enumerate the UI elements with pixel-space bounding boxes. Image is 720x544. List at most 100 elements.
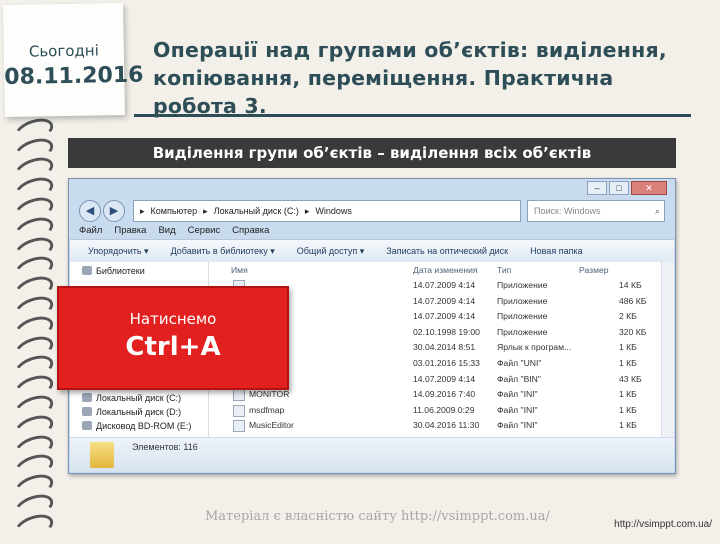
file-date: 30.04.2016 11:30 (413, 420, 480, 431)
file-size: 43 КБ (619, 373, 642, 384)
file-size: 14 КБ (619, 280, 642, 290)
callout-shortcut: Ctrl+A (125, 332, 221, 362)
file-date: 14.09.2016 7:40 (413, 389, 476, 400)
file-size: 1 КБ (619, 389, 637, 400)
today-label: Сьогодні (28, 41, 99, 61)
file-type: Файл "INI" (497, 420, 538, 431)
file-type: Приложение (497, 295, 548, 306)
file-size: 486 КБ (619, 295, 647, 306)
menu-view[interactable]: Вид (158, 225, 175, 236)
file-type: Файл "UNI" (497, 358, 542, 368)
file-date: 11.06.2009 0:29 (413, 404, 475, 415)
nav-item-label: Локальный диск (D:) (96, 407, 182, 417)
breadcrumb-separator: ▸ (304, 206, 310, 216)
file-size: 1 КБ (619, 420, 637, 431)
file-size: 1 КБ (619, 358, 637, 368)
file-date: 02.10.1998 19:00 (413, 326, 480, 337)
file-date: 14.07.2009 4:14 (413, 295, 476, 306)
folder-icon (90, 442, 114, 468)
column-size[interactable]: Размер (579, 262, 609, 278)
nav-item-label: Дисковод BD-ROM (E:) (96, 421, 192, 431)
close-button[interactable]: ✕ (631, 181, 667, 195)
command-toolbar: Упорядочить ▾ Добавить в библиотеку ▾ Об… (70, 239, 674, 263)
disc-drive-icon (82, 421, 92, 430)
column-date[interactable]: Дата изменения (413, 262, 478, 278)
file-date: 30.04.2014 8:51 (413, 342, 476, 353)
file-row[interactable]: MusicEditor 30.04.2016 11:30 Файл "INI" 1 К… (209, 418, 660, 433)
footer-url[interactable]: http://vsimppt.com.ua/ (614, 519, 712, 530)
maximize-button[interactable]: □ (609, 181, 629, 195)
nav-item-drive-d[interactable]: Локальный диск (D:) (82, 407, 182, 417)
file-size: 1 КБ (619, 404, 637, 415)
nav-item-drive-c[interactable]: Локальный диск (C:) (82, 393, 182, 403)
file-type: Ярлык к програм... (497, 342, 572, 353)
file-date: 14.07.2009 4:14 (413, 373, 476, 384)
menu-bar: Файл Правка Вид Сервис Справка (79, 225, 269, 236)
search-icon: ⌕ (654, 206, 660, 216)
file-size: 320 КБ (619, 326, 647, 337)
address-bar[interactable]: ▸ Компьютер ▸ Локальный диск (C:) ▸ Wind… (133, 200, 521, 222)
file-size: 2 КБ (619, 311, 637, 322)
forward-arrow-icon[interactable]: ▶ (103, 200, 125, 222)
title-underline (134, 114, 691, 117)
file-date: 14.07.2009 4:14 (413, 311, 476, 322)
nav-item-bd-rom[interactable]: Дисковод BD-ROM (E:) (82, 421, 192, 431)
file-type: Файл "BIN" (497, 373, 541, 384)
status-bar: Элементов: 116 (70, 438, 674, 472)
file-name: msdfmap (249, 404, 285, 415)
nav-item-libraries[interactable]: Библиотеки (82, 266, 145, 276)
file-type: Файл "INI" (497, 404, 538, 415)
file-size: 1 КБ (619, 342, 637, 353)
file-icon (233, 389, 245, 402)
slide: Сьогодні 08.11.2016 Операції над групами… (0, 0, 720, 544)
folder-icon: ▸ (140, 206, 145, 216)
new-folder-button[interactable]: Новая папка (530, 246, 582, 256)
date-value: 08.11.2016 (4, 62, 144, 91)
window-controls: – □ ✕ (587, 181, 667, 195)
breadcrumb-computer[interactable]: Компьютер (151, 201, 198, 221)
file-row[interactable]: msdfmap 11.06.2009 0:29 Файл "INI" 1 КБ (209, 403, 660, 417)
breadcrumb-windows[interactable]: Windows (315, 201, 352, 221)
search-placeholder: Поиск: Windows (534, 206, 601, 216)
menu-edit[interactable]: Правка (114, 225, 146, 236)
add-to-library-button[interactable]: Добавить в библиотеку ▾ (171, 246, 275, 257)
nav-item-label: Библиотеки (96, 266, 145, 276)
address-row: ◀ ▶ ▸ Компьютер ▸ Локальный диск (C:) ▸ … (79, 199, 665, 223)
nav-item-label: Локальный диск (C:) (96, 393, 182, 403)
file-icon (233, 420, 245, 433)
file-date: 14.07.2009 4:14 (413, 280, 476, 290)
file-type: Файл "INI" (497, 389, 538, 400)
file-type: Приложение (497, 280, 548, 290)
back-arrow-icon[interactable]: ◀ (79, 200, 101, 222)
date-note: Сьогодні 08.11.2016 (3, 2, 144, 118)
section-banner: Виділення групи об’єктів – виділення всі… (68, 138, 676, 168)
search-input[interactable]: Поиск: Windows ⌕ (527, 200, 665, 222)
drive-icon (82, 393, 92, 402)
drive-icon (82, 407, 92, 416)
scrollbar[interactable] (661, 262, 674, 437)
page-title: Операції над групами об’єктів: виділення… (153, 38, 667, 118)
callout-line1: Натиснемо (129, 310, 217, 328)
file-date: 03.01.2016 15:33 (413, 358, 480, 368)
minimize-button[interactable]: – (587, 181, 607, 195)
menu-file[interactable]: Файл (79, 225, 102, 236)
menu-tools[interactable]: Сервис (188, 225, 221, 236)
file-type: Приложение (497, 311, 548, 322)
item-count: Элементов: 116 (132, 442, 198, 452)
breadcrumb-separator: ▸ (203, 206, 208, 216)
shortcut-callout: Натиснемо Ctrl+A (57, 286, 289, 390)
library-icon (82, 266, 92, 275)
burn-button[interactable]: Записать на оптический диск (386, 246, 508, 256)
watermark: Матеріал є власністю сайту http://vsimpp… (205, 509, 550, 524)
share-button[interactable]: Общий доступ ▾ (297, 246, 365, 257)
file-icon (233, 404, 245, 417)
column-name[interactable]: Имя (231, 262, 248, 278)
notebook-spiral (0, 93, 57, 544)
file-type: Приложение (497, 326, 548, 337)
menu-help[interactable]: Справка (232, 225, 269, 236)
file-name: MusicEditor (249, 420, 294, 431)
column-type[interactable]: Тип (497, 262, 511, 278)
organize-button[interactable]: Упорядочить ▾ (88, 246, 149, 257)
file-name: MONITOR (249, 389, 290, 400)
breadcrumb-drive-c[interactable]: Локальный диск (C:) (214, 201, 299, 221)
